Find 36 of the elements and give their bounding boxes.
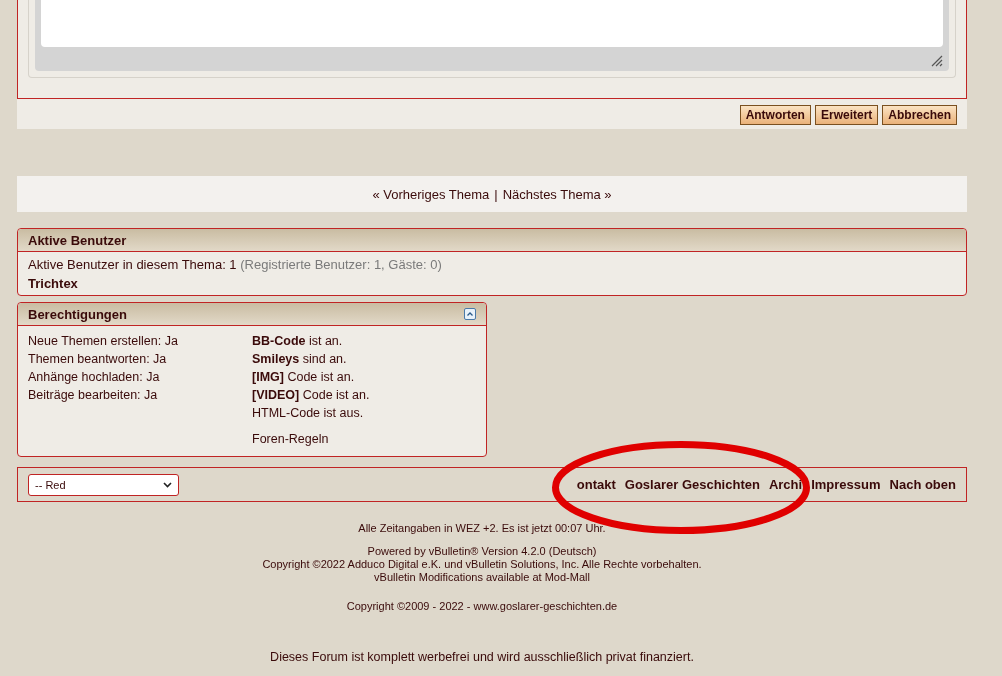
- permission-text: Smileys sind an.: [252, 351, 348, 368]
- dropdown-caret-icon: [163, 481, 172, 488]
- panel-title: Aktive Benutzer: [28, 232, 127, 248]
- permission-text: HTML-Code ist aus.: [252, 405, 365, 422]
- footer-link[interactable]: Archi: [768, 477, 803, 492]
- form-button[interactable]: Antworten: [739, 105, 811, 125]
- user-link[interactable]: Trichtex: [28, 276, 956, 291]
- permission-text: Neue Themen erstellen: Ja: [28, 333, 179, 350]
- timezone-text: Alle Zeitangaben in WEZ +2. Es ist jetzt 00:07 Uhr.: [358, 522, 606, 535]
- previous-thread-link[interactable]: « Vorheriges Thema: [372, 186, 490, 202]
- copyright-text: Copyright ©2022 Adduco Digital e.K. und vBulletin Solutions, Inc. Alle Rechte vorbehalten.: [262, 558, 702, 571]
- form-button[interactable]: Abbrechen: [882, 105, 957, 125]
- separator-text: |: [494, 186, 498, 202]
- powered-by-text: Powered by vBulletin® Version 4.2.0 (Deutsch): [367, 545, 597, 558]
- modifications-text: vBulletin Modifications available at Mod-Mall: [374, 571, 590, 584]
- permission-text: BB-Code ist an.: [252, 333, 344, 350]
- permission-text: Anhänge hochladen: Ja: [28, 369, 161, 386]
- footer-link[interactable]: Nach oben: [889, 477, 956, 492]
- permission-text: Themen beantworten: Ja: [28, 351, 168, 368]
- permission-text: [IMG] Code ist an.: [252, 369, 356, 386]
- site-link[interactable]: www.goslarer-geschichten.de: [473, 600, 618, 612]
- collapse-icon[interactable]: [464, 308, 476, 320]
- active-users-summary: Aktive Benutzer in diesem Thema: 1 (Registrierte Benutzer: 1, Gäste: 0): [28, 257, 443, 272]
- form-button[interactable]: Erweitert: [814, 105, 879, 125]
- panel-title: Berechtigungen: [28, 306, 127, 322]
- style-select[interactable]: -- Red: [28, 473, 179, 496]
- footer-link[interactable]: Impressum: [811, 477, 881, 492]
- resize-grip-icon[interactable]: [931, 55, 943, 67]
- next-thread-link[interactable]: Nächstes Thema »: [502, 186, 612, 202]
- permission-text: Beiträge bearbeiten: Ja: [28, 387, 159, 404]
- site-copyright-text: Copyright ©2009 - 2022 - www.goslarer-geschichten.de: [346, 600, 618, 613]
- footer-link[interactable]: ontakt: [576, 477, 616, 492]
- forum-rules-link[interactable]: Foren-Regeln: [252, 430, 476, 448]
- footer-link[interactable]: Goslarer Geschichten: [624, 477, 760, 492]
- permission-text: [VIDEO] Code ist an.: [252, 387, 371, 404]
- ad-free-notice: Dieses Forum ist komplett werbefrei und wird ausschließlich privat finanziert.: [270, 651, 694, 664]
